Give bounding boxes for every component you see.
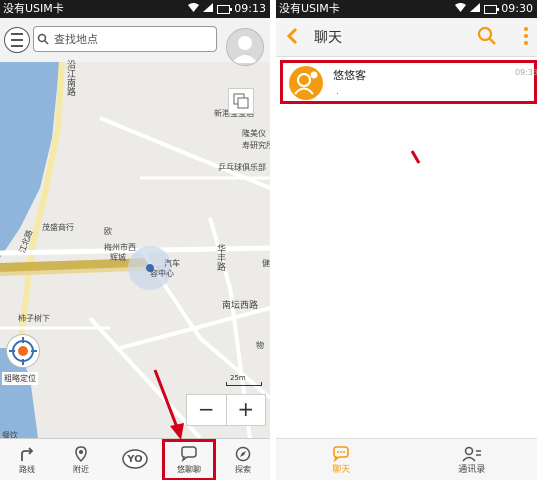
- contact-avatar: [289, 66, 323, 100]
- menu-icon: [11, 33, 23, 47]
- status-bar: 没有USIM卡 09:30: [276, 0, 537, 18]
- map-label: 容中心: [150, 269, 174, 278]
- map-label: 寿研究所: [242, 141, 270, 150]
- nav-yo[interactable]: YO: [108, 439, 162, 480]
- yo-badge: YO: [127, 454, 143, 465]
- user-icon: [294, 71, 318, 95]
- wifi-icon: [455, 0, 467, 18]
- search-input[interactable]: [52, 31, 206, 47]
- map-label-road: 华丰路: [215, 244, 225, 271]
- map-label: 乒乓球俱乐部: [218, 163, 266, 172]
- locate-button[interactable]: [6, 334, 40, 368]
- map-label: 茂盛商行: [42, 223, 74, 232]
- chat-header: 聊天: [276, 18, 537, 57]
- nav-label: 探索: [235, 464, 251, 474]
- status-bar: 没有USIM卡 09:13: [0, 0, 270, 18]
- map-label-road: 南坛西路: [222, 301, 259, 311]
- message-time: 09:33: [514, 68, 537, 77]
- battery-icon: [217, 4, 233, 14]
- chat-screen: 没有USIM卡 09:30 聊天 悠悠客 09:33 . 聊天 通讯录: [276, 0, 537, 480]
- map-scale-text: 25m: [230, 374, 246, 382]
- battery-icon: [484, 4, 500, 14]
- layers-icon: [233, 93, 249, 109]
- message-preview: .: [336, 87, 339, 97]
- contact-name: 悠悠客: [333, 69, 366, 82]
- map-label: 柿子树下: [18, 314, 50, 323]
- nav-chat-tab[interactable]: 聊天: [276, 439, 407, 480]
- page-title: 聊天: [314, 30, 342, 46]
- nav-label: 附近: [73, 464, 89, 474]
- nav-label: 聊天: [332, 464, 351, 475]
- bottom-nav: 路线 附近 YO 悠聊聊 探索: [0, 438, 270, 480]
- user-avatar[interactable]: [226, 28, 264, 66]
- carrier-text: 没有USIM卡: [3, 2, 64, 15]
- map-label: 辉城: [110, 253, 126, 262]
- locate-mode-label: 粗略定位: [2, 372, 38, 385]
- nav-explore[interactable]: 探索: [216, 439, 270, 480]
- search-box[interactable]: [33, 26, 217, 52]
- chevron-left-icon: [286, 27, 298, 45]
- route-icon: [21, 446, 34, 461]
- back-button[interactable]: [286, 27, 298, 49]
- conversation-item[interactable]: 悠悠客 09:33 .: [280, 60, 537, 104]
- more-menu-button[interactable]: [523, 26, 529, 50]
- signal-icon: [203, 0, 214, 18]
- nav-label: 悠聊聊: [177, 464, 201, 474]
- wifi-icon: [188, 0, 200, 18]
- status-time: 09:30: [501, 2, 533, 15]
- zoom-in-button[interactable]: +: [227, 395, 266, 425]
- carrier-text: 没有USIM卡: [279, 2, 340, 15]
- map-screen: 没有USIM卡 09:13 查找地点 沿江南路 隆美仪 寿研究 乒乓球俱乐部 茂…: [0, 0, 270, 480]
- menu-button[interactable]: [4, 27, 30, 53]
- locate-icon: [9, 337, 37, 365]
- nav-contacts-tab[interactable]: 通讯录: [407, 439, 537, 480]
- zoom-control: − +: [186, 394, 266, 426]
- zoom-out-button[interactable]: −: [187, 395, 227, 425]
- map-label: 隆美仪: [242, 129, 266, 138]
- nav-label: 路线: [19, 464, 35, 474]
- nearby-pin-icon: [75, 445, 87, 462]
- nav-nearby[interactable]: 附近: [54, 439, 108, 480]
- map-search-bar: [0, 18, 270, 66]
- nav-chat[interactable]: 悠聊聊: [162, 439, 216, 480]
- search-icon: [477, 26, 496, 45]
- chat-bubble-icon: [181, 445, 197, 462]
- search-icon: [34, 33, 52, 45]
- map-label-road: 沿江南路: [65, 60, 75, 96]
- map-label: 欧: [104, 227, 112, 236]
- bottom-nav: 聊天 通讯录: [276, 438, 537, 480]
- map-label: 物: [256, 341, 264, 350]
- contacts-icon: [462, 446, 481, 462]
- default-avatar-icon: [232, 36, 258, 63]
- nav-route[interactable]: 路线: [0, 439, 54, 480]
- map-scale-bar: [226, 382, 262, 386]
- search-button[interactable]: [477, 26, 497, 50]
- more-vertical-icon: [524, 27, 528, 45]
- nav-label: 通讯录: [458, 464, 486, 475]
- compass-icon: [235, 446, 251, 461]
- signal-icon: [470, 0, 481, 18]
- layer-toggle-button[interactable]: [228, 88, 254, 114]
- map-label: 健: [262, 259, 270, 268]
- status-time: 09:13: [234, 2, 266, 15]
- red-arrow-annotation: [153, 369, 184, 440]
- chat-icon: [333, 445, 350, 462]
